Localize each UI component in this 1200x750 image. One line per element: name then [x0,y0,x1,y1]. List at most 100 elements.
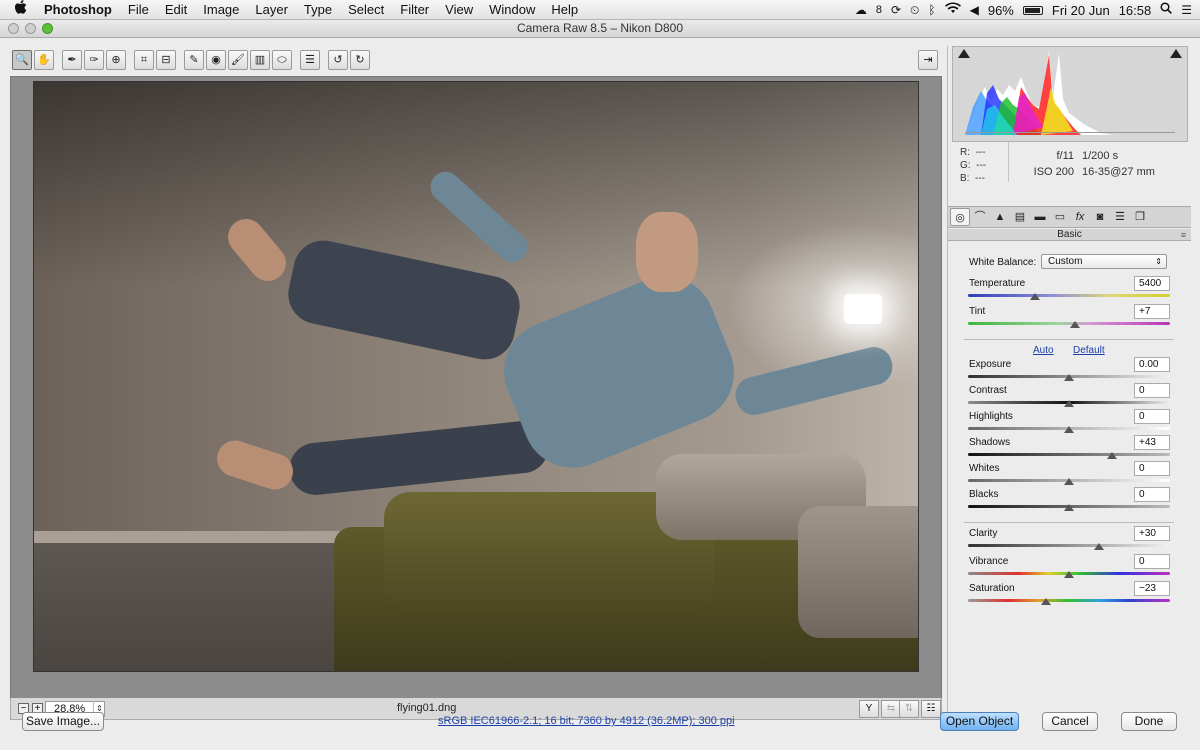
menu-file[interactable]: File [120,0,157,20]
tab-camera-calibration-icon[interactable]: ◙ [1090,208,1110,226]
spotlight-search-icon[interactable] [1160,0,1173,20]
workflow-options-link[interactable]: sRGB IEC61966-2.1; 16 bit; 7360 by 4912 … [438,715,735,727]
tab-hsl-icon[interactable]: ▤ [1010,208,1030,226]
volume-icon[interactable]: ◀ [970,0,979,20]
hand-tool-icon[interactable]: ✋ [34,50,54,70]
aperture-value: f/11 [1056,150,1074,162]
menu-filter[interactable]: Filter [392,0,437,20]
tab-presets-icon[interactable]: ☰ [1110,208,1130,226]
bluetooth-icon[interactable]: ᛒ [928,0,935,20]
saturation-slider-thumb[interactable] [1040,598,1051,605]
whites-value-field[interactable]: 0 [1134,461,1170,476]
tab-detail-icon[interactable]: ▲ [990,208,1010,226]
tab-basic-icon[interactable]: ◎ [950,208,970,226]
tint-slider-thumb[interactable] [1070,321,1081,328]
highlights-slider-thumb[interactable] [1064,426,1074,433]
straighten-tool-icon[interactable]: ⊟ [156,50,176,70]
menu-view[interactable]: View [437,0,481,20]
photo-person-arm [731,343,897,419]
white-balance-tool-icon[interactable]: ✒ [62,50,82,70]
highlights-value-field[interactable]: 0 [1134,409,1170,424]
open-object-button[interactable]: Open Object [940,712,1019,731]
menu-layer[interactable]: Layer [247,0,296,20]
toggle-full-screen-button[interactable]: ⇥ [918,50,938,70]
sync-icon[interactable]: ⟳ [891,0,901,20]
battery-icon[interactable] [1022,5,1043,15]
tab-split-toning-icon[interactable]: ▬ [1030,208,1050,226]
photo-person-foot [212,435,298,495]
tint-value-field[interactable]: +7 [1134,304,1170,319]
tab-effects-icon[interactable]: fx [1070,208,1090,226]
menu-window[interactable]: Window [481,0,543,20]
section-menu-icon[interactable]: ≡ [1181,229,1186,241]
tint-slider-track[interactable] [968,322,1170,325]
menu-app-name[interactable]: Photoshop [40,0,120,20]
apple-menu-icon[interactable] [0,0,40,19]
b-value: --- [975,173,986,184]
close-button[interactable] [8,23,19,34]
white-balance-select[interactable]: Custom ⇕ [1041,254,1167,269]
whites-label: Whites [969,463,1000,474]
temperature-value-field[interactable]: 5400 [1134,276,1170,291]
menu-type[interactable]: Type [296,0,340,20]
adjustment-brush-tool-icon[interactable]: 🖌 [228,50,248,70]
targeted-adjustment-tool-icon[interactable]: ⊕ [106,50,126,70]
rotate-right-button-icon[interactable]: ↻ [350,50,370,70]
clarity-slider-thumb[interactable] [1094,543,1105,550]
photo-preview[interactable] [33,81,919,672]
done-button[interactable]: Done [1121,712,1177,731]
blacks-slider-thumb[interactable] [1064,504,1074,511]
cancel-button[interactable]: Cancel [1042,712,1098,731]
graduated-filter-tool-icon[interactable]: ▥ [250,50,270,70]
zoom-tool-icon[interactable]: 🔍 [12,50,32,70]
camera-raw-window: Camera Raw 8.5 – Nikon D800 🔍 ✋ ✒ ✑ ⊕ ⌗ ⊟ ✎ ◉ 🖌 ▥ ⬭… [0,20,1200,750]
exposure-value-field[interactable]: 0.00 [1134,357,1170,372]
adjustments-panel: R: --- G: --- B: --- f/11 1/200 s ISO 200… [947,46,1191,718]
radial-filter-tool-icon[interactable]: ⬭ [272,50,292,70]
temperature-slider-thumb[interactable] [1029,293,1040,300]
red-eye-removal-tool-icon[interactable]: ◉ [206,50,226,70]
save-image-button[interactable]: Save Image... [22,712,104,731]
clock-date[interactable]: Fri 20 Jun [1052,3,1110,18]
temperature-slider-track[interactable] [968,294,1170,297]
image-preview-area[interactable] [10,76,942,699]
time-machine-icon[interactable]: ⏲ [910,0,919,20]
saturation-value-field[interactable]: −23 [1134,581,1170,596]
saturation-slider-track[interactable] [968,599,1170,602]
contrast-value-field[interactable]: 0 [1134,383,1170,398]
menu-select[interactable]: Select [340,0,392,20]
crop-tool-icon[interactable]: ⌗ [134,50,154,70]
zoom-button[interactable] [42,23,53,34]
shadows-value-field[interactable]: +43 [1134,435,1170,450]
shadows-slider-thumb[interactable] [1107,452,1118,459]
photo-person-arm [424,165,534,269]
menu-help[interactable]: Help [543,0,586,20]
blacks-value-field[interactable]: 0 [1134,487,1170,502]
exposure-slider-thumb[interactable] [1064,374,1074,381]
clarity-value-field[interactable]: +30 [1134,526,1170,541]
menu-bar-status: ☁ 8 ⟳ ⏲ ᛒ ◀ 96% Fri 20 Jun 16:58 ☰ [855,0,1192,20]
spot-removal-tool-icon[interactable]: ✎ [184,50,204,70]
vibrance-value-field[interactable]: 0 [1134,554,1170,569]
clock-time[interactable]: 16:58 [1119,3,1152,18]
default-link[interactable]: Default [1073,345,1105,356]
vibrance-slider-thumb[interactable] [1064,571,1074,578]
rotate-left-button-icon[interactable]: ↺ [328,50,348,70]
color-sampler-tool-icon[interactable]: ✑ [84,50,104,70]
shadows-slider-track[interactable] [968,453,1170,456]
whites-slider-thumb[interactable] [1064,478,1074,485]
menu-image[interactable]: Image [195,0,247,20]
preferences-button-icon[interactable]: ☰ [300,50,320,70]
creative-cloud-icon[interactable]: ☁ [855,0,867,20]
menu-edit[interactable]: Edit [157,0,195,20]
tab-snapshots-icon[interactable]: ❐ [1130,208,1150,226]
tab-tone-curve-icon[interactable]: ⌒ [970,208,990,226]
wifi-icon[interactable] [944,0,961,20]
auto-link[interactable]: Auto [1033,345,1054,356]
clarity-slider-track[interactable] [968,544,1170,547]
section-divider [964,339,1174,340]
tab-lens-corrections-icon[interactable]: ▭ [1050,208,1070,226]
notification-center-icon[interactable]: ☰ [1181,0,1192,20]
minimize-button[interactable] [25,23,36,34]
contrast-slider-thumb[interactable] [1064,400,1074,407]
